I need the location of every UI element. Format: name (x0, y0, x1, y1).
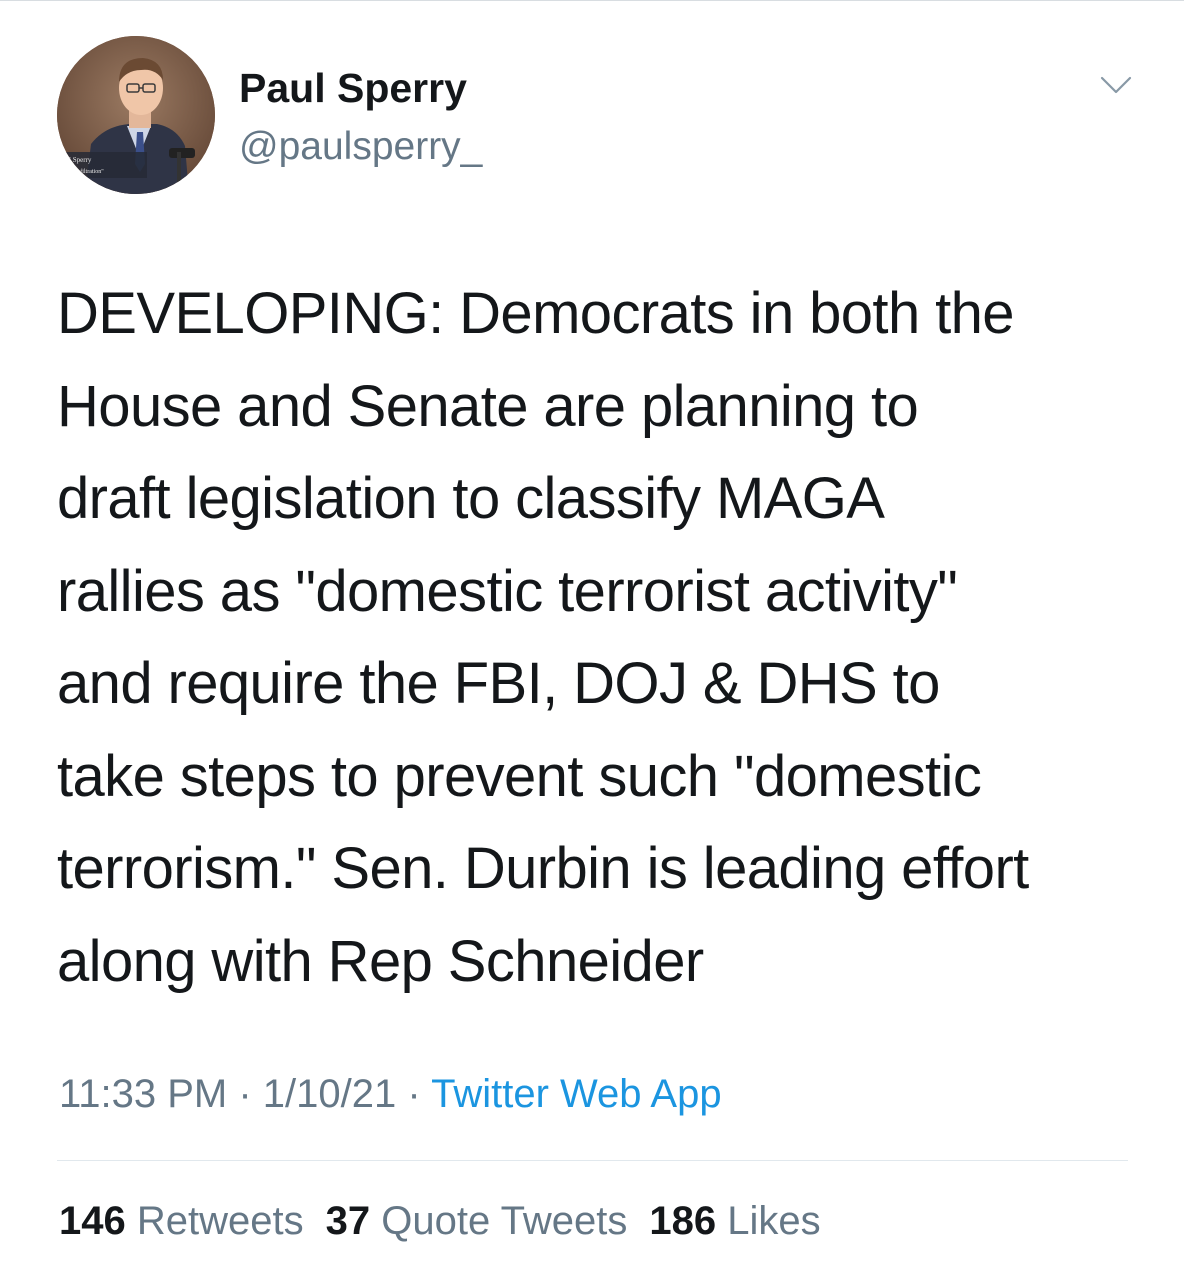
quote-tweets-stat[interactable]: 37 Quote Tweets (326, 1199, 628, 1243)
user-handle[interactable]: @paulsperry_ (239, 122, 482, 172)
avatar[interactable]: l Sperry or, "Infiltration" (57, 36, 215, 194)
tweet-menu-button[interactable] (1094, 66, 1138, 106)
chevron-down-icon (1100, 76, 1132, 94)
likes-label: Likes (727, 1199, 821, 1243)
avatar-photo: l Sperry or, "Infiltration" (57, 36, 215, 194)
top-divider (0, 0, 1184, 1)
quote-tweets-label: Quote Tweets (381, 1199, 628, 1243)
display-name[interactable]: Paul Sperry (239, 62, 467, 114)
meta-separator: · (396, 1072, 432, 1116)
avatar-caption-title: or, "Infiltration" (65, 168, 104, 175)
avatar-caption-name: l Sperry (69, 156, 92, 164)
quote-tweets-count: 37 (325, 1199, 371, 1243)
tweet-time[interactable]: 11:33 PM (59, 1072, 227, 1116)
retweets-label: Retweets (136, 1199, 304, 1243)
tweet-text: DEVELOPING: Democrats in both the House … (57, 281, 1029, 994)
retweets-count: 146 (59, 1199, 126, 1243)
engagement-stats: 146 Retweets 37 Quote Tweets 186 Likes (59, 1194, 821, 1248)
tweet-source-link[interactable]: Twitter Web App (431, 1072, 722, 1116)
retweets-stat[interactable]: 146 Retweets (59, 1199, 304, 1243)
stats-divider (57, 1160, 1128, 1161)
meta-separator: · (227, 1072, 263, 1116)
likes-stat[interactable]: 186 Likes (649, 1199, 820, 1243)
tweet-date[interactable]: 1/10/21 (263, 1072, 396, 1116)
tweet-metadata: 11:33 PM · 1/10/21 · Twitter Web App (59, 1067, 722, 1121)
likes-count: 186 (649, 1199, 717, 1243)
